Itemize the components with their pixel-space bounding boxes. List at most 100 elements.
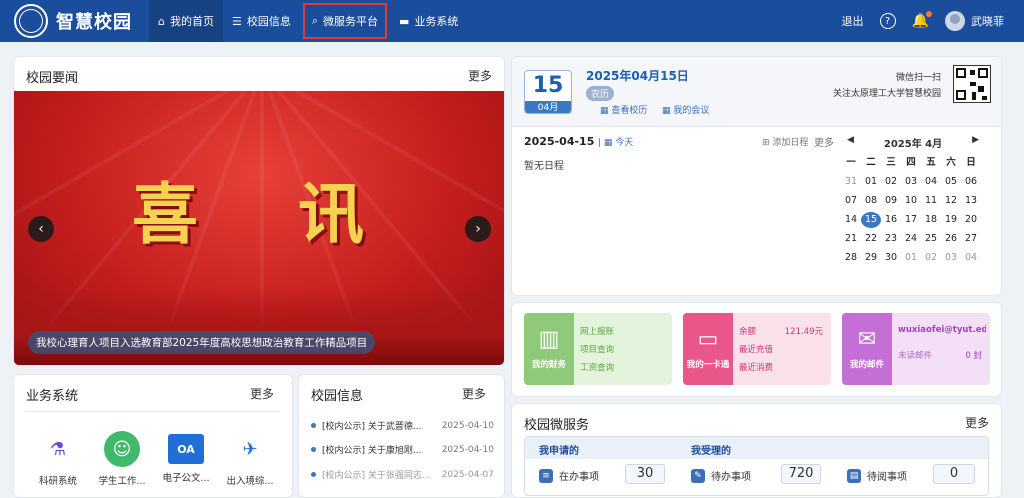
brand-name: 智慧校园 bbox=[56, 12, 132, 33]
schedule-more-link[interactable]: 更多 bbox=[814, 134, 834, 149]
list-item[interactable]: [校内公示] 关于张强同志... 2025-04-07 bbox=[311, 468, 494, 481]
calendar-day[interactable]: 08 bbox=[861, 193, 881, 209]
calendar-day[interactable]: 04 bbox=[961, 250, 981, 266]
project-query-link[interactable]: 项目查询 bbox=[580, 343, 614, 355]
calendar-day[interactable]: 16 bbox=[881, 212, 901, 228]
envelope-icon: ✉ bbox=[857, 327, 877, 352]
news-more-link[interactable]: 更多 bbox=[468, 67, 492, 84]
calendar-day[interactable]: 02 bbox=[881, 174, 901, 190]
bell-icon[interactable]: 🔔 bbox=[912, 11, 932, 29]
calendar-day[interactable]: 03 bbox=[901, 174, 921, 190]
oa-icon: OA bbox=[168, 434, 204, 464]
mail-card-body: wuxiaofei@tyut.edu.c 未读邮件 0 封 bbox=[898, 313, 986, 385]
to-read-count[interactable]: 0 bbox=[933, 464, 975, 484]
divider bbox=[26, 411, 280, 412]
to-read-item[interactable]: ▤ 待阅事项 bbox=[847, 468, 907, 483]
calendar-day[interactable]: 19 bbox=[941, 212, 961, 228]
biz-entry-exit-label: 出入境综... bbox=[226, 476, 274, 487]
biz-entry-exit[interactable]: ✈ 出入境综... bbox=[220, 431, 280, 488]
calendar-day[interactable]: 12 bbox=[941, 193, 961, 209]
in-progress-item[interactable]: ≡ 在办事项 bbox=[539, 468, 599, 483]
next-month-button[interactable]: ▶ bbox=[972, 135, 979, 145]
list-item[interactable]: [校内公示] 关于康旭刚... 2025-04-10 bbox=[311, 443, 494, 456]
brand-logo[interactable]: 智慧校园 bbox=[14, 4, 132, 38]
ecard-card[interactable]: ▭ 我的一卡通 余额 121.49元 最近充值 最近消费 bbox=[683, 313, 831, 385]
calendar-day[interactable]: 02 bbox=[921, 250, 941, 266]
main-nav: ⌂ 我的首页 ☰ 校园信息 ⌕ 微服务平台 ▬ 业务系统 bbox=[149, 0, 467, 42]
my-meetings-link[interactable]: ▦ 我的会议 bbox=[662, 103, 709, 116]
calendar-day[interactable]: 05 bbox=[941, 174, 961, 190]
calendar-day[interactable]: 15 bbox=[861, 212, 881, 228]
nav-home[interactable]: ⌂ 我的首页 bbox=[149, 0, 223, 42]
biz-research-system[interactable]: ⚗ 科研系统 bbox=[28, 431, 88, 488]
finance-card-body: 网上报账 项目查询 工资查询 bbox=[580, 313, 668, 385]
calendar-day[interactable]: 25 bbox=[921, 231, 941, 247]
unread-mail-count[interactable]: 0 封 bbox=[965, 349, 982, 361]
calendar-day[interactable]: 30 bbox=[881, 250, 901, 266]
calendar-day[interactable]: 28 bbox=[841, 250, 861, 266]
nav-micro-service[interactable]: ⌕ 微服务平台 bbox=[300, 0, 390, 42]
calendar-day[interactable]: 10 bbox=[901, 193, 921, 209]
calendar-day[interactable]: 20 bbox=[961, 212, 981, 228]
finance-chart-icon: ▥ bbox=[538, 327, 560, 352]
calendar-day[interactable]: 26 bbox=[941, 231, 961, 247]
prev-month-button[interactable]: ◀ bbox=[847, 135, 854, 145]
calendar-day[interactable]: 14 bbox=[841, 212, 861, 228]
carousel-next-button[interactable]: › bbox=[465, 216, 491, 242]
calendar-day[interactable]: 01 bbox=[901, 250, 921, 266]
today-link[interactable]: | ▦ 今天 bbox=[598, 135, 633, 148]
calendar-day[interactable]: 18 bbox=[921, 212, 941, 228]
document-icon: ▤ bbox=[847, 468, 861, 483]
recent-spend-link[interactable]: 最近消费 bbox=[739, 361, 773, 373]
calendar-day[interactable]: 31 bbox=[841, 174, 861, 190]
service-cards-panel: ▥ 我的财务 网上报账 项目查询 工资查询 ▭ 我的一卡通 余额 121.49元… bbox=[511, 302, 1002, 397]
calendar-day[interactable]: 07 bbox=[841, 193, 861, 209]
todo-count[interactable]: 720 bbox=[781, 464, 821, 484]
calendar-day[interactable]: 04 bbox=[921, 174, 941, 190]
nav-campus-info[interactable]: ☰ 校园信息 bbox=[223, 0, 300, 42]
user-name: 武晓菲 bbox=[971, 15, 1004, 28]
calendar-day[interactable]: 17 bbox=[901, 212, 921, 228]
in-progress-label: 在办事项 bbox=[559, 472, 599, 483]
online-reimburse-link[interactable]: 网上报账 bbox=[580, 325, 614, 337]
calendar-day[interactable]: 03 bbox=[941, 250, 961, 266]
user-menu[interactable]: 武晓菲 bbox=[945, 11, 1004, 31]
calendar-day[interactable]: 13 bbox=[961, 193, 981, 209]
today-label: 今天 bbox=[615, 138, 634, 148]
calendar-day[interactable]: 11 bbox=[921, 193, 941, 209]
full-date: 2025年04月15日 bbox=[586, 69, 689, 83]
carousel-prev-button[interactable]: ‹ bbox=[28, 216, 54, 242]
calendar-day[interactable]: 09 bbox=[881, 193, 901, 209]
calendar-day[interactable]: 21 bbox=[841, 231, 861, 247]
lunar-tag[interactable]: 农历 bbox=[586, 86, 615, 101]
recent-recharge-link[interactable]: 最近充值 bbox=[739, 343, 773, 355]
list-item[interactable]: [校内公示] 关于武晋德... 2025-04-10 bbox=[311, 419, 494, 432]
calendar-day[interactable]: 22 bbox=[861, 231, 881, 247]
micro-service-more-link[interactable]: 更多 bbox=[965, 414, 989, 431]
calendar-day[interactable]: 24 bbox=[901, 231, 921, 247]
qr-subtitle: 关注太原理工大学智慧校园 bbox=[832, 89, 941, 99]
news-carousel[interactable]: 喜 讯 ‹ › 我校心理育人项目入选教育部2025年度高校思想政治教育工作精品项… bbox=[14, 91, 504, 365]
in-progress-count[interactable]: 30 bbox=[625, 464, 665, 484]
banner-caption[interactable]: 我校心理育人项目入选教育部2025年度高校思想政治教育工作精品项目 bbox=[28, 331, 376, 354]
campus-info-more-link[interactable]: 更多 bbox=[462, 385, 486, 402]
bullet-icon bbox=[311, 423, 316, 428]
salary-query-link[interactable]: 工资查询 bbox=[580, 361, 614, 373]
biz-e-document[interactable]: OA 电子公文... bbox=[156, 431, 216, 484]
view-school-calendar-link[interactable]: ▦ 查看校历 bbox=[600, 103, 647, 116]
finance-card[interactable]: ▥ 我的财务 网上报账 项目查询 工资查询 bbox=[524, 313, 672, 385]
biz-e-document-label: 电子公文... bbox=[162, 473, 210, 484]
calendar-day[interactable]: 06 bbox=[961, 174, 981, 190]
business-systems-more-link[interactable]: 更多 bbox=[250, 385, 274, 402]
calendar-day[interactable]: 23 bbox=[881, 231, 901, 247]
mail-card[interactable]: ✉ 我的邮件 wuxiaofei@tyut.edu.c 未读邮件 0 封 bbox=[842, 313, 990, 385]
biz-student-work[interactable]: ☺ 学生工作... bbox=[92, 431, 152, 487]
calendar-day[interactable]: 01 bbox=[861, 174, 881, 190]
help-icon[interactable]: ? bbox=[879, 13, 896, 29]
calendar-day[interactable]: 27 bbox=[961, 231, 981, 247]
add-schedule-button[interactable]: ⊞ 添加日程 bbox=[762, 135, 808, 148]
nav-business[interactable]: ▬ 业务系统 bbox=[390, 0, 467, 42]
logout-link[interactable]: 退出 bbox=[842, 13, 864, 29]
calendar-day[interactable]: 29 bbox=[861, 250, 881, 266]
todo-item[interactable]: ✎ 待办事项 bbox=[691, 468, 751, 483]
